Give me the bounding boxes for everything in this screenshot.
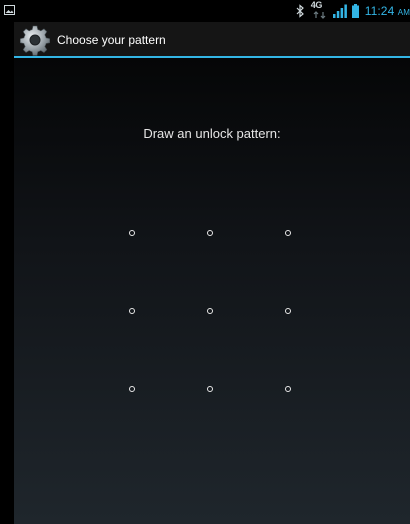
settings-gear-icon[interactable] xyxy=(19,24,51,56)
image-notification-icon xyxy=(4,5,15,15)
pattern-dot-6[interactable] xyxy=(284,307,291,314)
page-title: Choose your pattern xyxy=(57,33,166,47)
bluetooth-icon xyxy=(296,4,304,18)
pattern-dot-1[interactable] xyxy=(128,229,135,236)
data-arrows-icon xyxy=(313,11,326,19)
pattern-dot-3[interactable] xyxy=(284,229,291,236)
pattern-header: Draw an unlock pattern: xyxy=(143,126,281,141)
pattern-dot-9[interactable] xyxy=(284,385,291,392)
lock-pattern-grid[interactable] xyxy=(94,195,332,433)
pattern-dot-4[interactable] xyxy=(128,307,135,314)
pattern-dot-8[interactable] xyxy=(206,385,213,392)
clock-ampm: AM xyxy=(397,8,410,17)
status-bar: 4G 11:24 AM xyxy=(0,0,410,22)
pattern-dot-7[interactable] xyxy=(128,385,135,392)
network-4g-icon: 4G xyxy=(310,0,330,21)
action-bar: Choose your pattern xyxy=(14,22,410,58)
clock-time: 11:24 xyxy=(364,4,395,18)
status-clock: 11:24 AM xyxy=(365,4,410,18)
pattern-dot-5[interactable] xyxy=(206,307,213,314)
pattern-content: Draw an unlock pattern: xyxy=(14,58,410,524)
pattern-dot-2[interactable] xyxy=(206,229,213,236)
status-icons: 4G 11:24 AM xyxy=(295,0,410,22)
network-label: 4G xyxy=(310,0,323,10)
screen: 4G 11:24 AM Choose your pattern Draw an … xyxy=(0,0,410,524)
signal-icon xyxy=(332,4,347,18)
battery-icon xyxy=(351,4,359,18)
